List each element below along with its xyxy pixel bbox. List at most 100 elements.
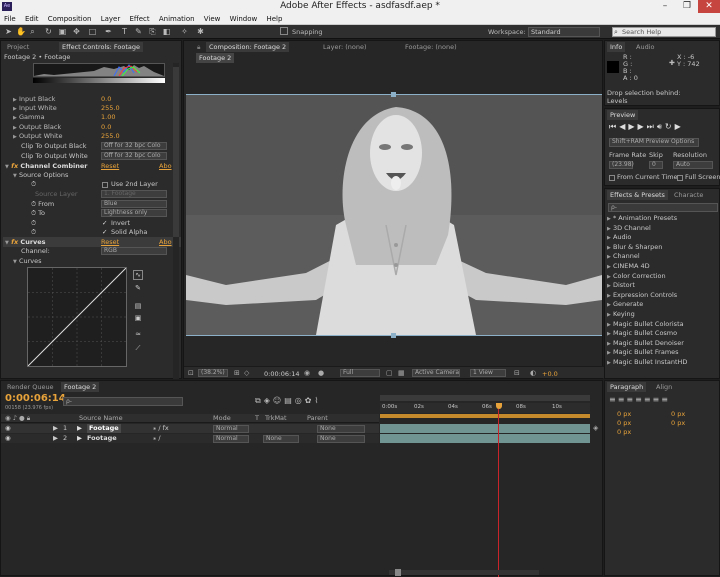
- indent-left-value[interactable]: 0 px: [617, 410, 631, 419]
- tab-layer[interactable]: Layer: (none): [320, 42, 370, 52]
- menu-animation[interactable]: Animation: [159, 15, 195, 23]
- show-channel-icon[interactable]: ●: [318, 369, 324, 377]
- layer-handle-top[interactable]: [391, 92, 396, 97]
- layer-parent-select[interactable]: None: [317, 435, 365, 443]
- layer-1-duration-bar[interactable]: [380, 424, 590, 433]
- mask-icon[interactable]: ◇: [244, 369, 249, 377]
- rectangle-tool-icon[interactable]: □: [88, 27, 97, 36]
- current-time[interactable]: 0:00:06:14: [264, 370, 300, 378]
- transparency-grid-icon[interactable]: ▦: [398, 369, 405, 377]
- tab-effect-controls[interactable]: Effect Controls: Footage: [59, 42, 144, 52]
- skip-select[interactable]: 0: [649, 161, 663, 169]
- list-item[interactable]: ▶ Distort: [607, 281, 635, 291]
- frame-rate-select[interactable]: (23.98): [609, 161, 634, 169]
- close-button[interactable]: ✕: [698, 0, 720, 13]
- from-select[interactable]: Blue: [101, 200, 167, 208]
- timeline-search-input[interactable]: ρ-: [63, 397, 183, 406]
- last-frame-icon[interactable]: ⏭: [647, 122, 657, 131]
- invert-checkbox[interactable]: ✓: [102, 219, 107, 228]
- menu-composition[interactable]: Composition: [48, 15, 92, 23]
- tab-render-queue[interactable]: Render Queue: [4, 382, 57, 392]
- pencil-tool-icon[interactable]: ✎: [133, 284, 143, 294]
- menu-layer[interactable]: Layer: [101, 15, 121, 23]
- list-item[interactable]: ▶ Magic Bullet Frames: [607, 348, 679, 358]
- region-of-interest-icon[interactable]: ▢: [386, 369, 393, 377]
- selection-tool-icon[interactable]: ➤: [4, 27, 13, 36]
- tab-audio[interactable]: Audio: [633, 42, 657, 52]
- lock-icon[interactable]: 🔒︎: [194, 42, 203, 52]
- source-layer-select[interactable]: 1. Footage: [101, 190, 167, 198]
- tab-preview[interactable]: Preview: [607, 110, 639, 120]
- camera-select[interactable]: Active Camera: [412, 369, 460, 377]
- timeline-timecode[interactable]: 0:00:06:14: [5, 393, 66, 404]
- resolution-select[interactable]: Full: [340, 369, 380, 377]
- clip-white-select[interactable]: Off for 32 bpc Colo: [101, 152, 167, 160]
- list-item[interactable]: ▶ Magic Bullet Denoiser: [607, 339, 684, 349]
- solid-alpha-checkbox[interactable]: ✓: [102, 228, 107, 237]
- zoom-tool-icon[interactable]: ⌕: [28, 27, 37, 36]
- justify-all-icon[interactable]: ≡: [661, 395, 670, 404]
- eraser-tool-icon[interactable]: ◧: [162, 27, 171, 36]
- reset-curve-icon[interactable]: ⟋: [133, 344, 143, 354]
- minimize-button[interactable]: –: [654, 0, 676, 13]
- align-left-icon[interactable]: ≡: [609, 395, 618, 404]
- zoom-slider[interactable]: [389, 570, 539, 575]
- smooth-icon[interactable]: ≈: [133, 330, 143, 340]
- justify-last-right-icon[interactable]: ≡: [653, 395, 662, 404]
- draft-3d-icon[interactable]: ◈: [264, 396, 273, 405]
- playhead-handle[interactable]: [496, 403, 502, 409]
- to-select[interactable]: Lightness only: [101, 209, 167, 217]
- ram-preview-icon[interactable]: ▶: [675, 122, 684, 131]
- layer-name[interactable]: Footage: [87, 434, 117, 443]
- save-icon[interactable]: ▣: [133, 314, 143, 324]
- camera-tool-icon[interactable]: ▣: [58, 27, 67, 36]
- clip-black-select[interactable]: Off for 32 bpc Colo: [101, 142, 167, 150]
- visibility-icon[interactable]: ◉: [5, 424, 11, 433]
- toggle-pixel-icon[interactable]: ⊟: [514, 369, 520, 377]
- list-item[interactable]: ▶ Expression Controls: [607, 291, 677, 301]
- tab-project[interactable]: Project: [4, 42, 32, 52]
- resolution-preview-select[interactable]: Auto: [673, 161, 713, 169]
- curve-tool-icon[interactable]: ∿: [133, 270, 143, 280]
- exposure-value[interactable]: +0.0: [542, 370, 558, 378]
- always-preview-icon[interactable]: ⊡: [188, 369, 194, 377]
- curves-about-link[interactable]: Abo: [159, 238, 172, 247]
- stopwatch-icon[interactable]: ⏱: [31, 180, 36, 189]
- rotate-tool-icon[interactable]: ↻: [44, 27, 53, 36]
- from-current-time-checkbox[interactable]: [609, 175, 615, 181]
- layer-2-duration-bar[interactable]: [380, 434, 590, 443]
- column-parent[interactable]: Parent: [307, 414, 328, 423]
- list-item[interactable]: ▶ CINEMA 4D: [607, 262, 650, 272]
- justify-last-center-icon[interactable]: ≡: [644, 395, 653, 404]
- menu-file[interactable]: File: [4, 15, 16, 23]
- effects-search-input[interactable]: ρ-: [608, 203, 718, 212]
- tab-align[interactable]: Align: [653, 382, 675, 392]
- maximize-button[interactable]: ❐: [676, 0, 698, 13]
- list-item[interactable]: ▶ 3D Channel: [607, 224, 651, 234]
- full-screen-checkbox[interactable]: [677, 175, 683, 181]
- indent-right-value[interactable]: 0 px: [671, 410, 685, 419]
- puppet-tool-icon[interactable]: ✱: [196, 27, 205, 36]
- tab-composition[interactable]: Composition: Footage 2: [206, 42, 290, 52]
- play-icon[interactable]: ▶: [628, 122, 637, 131]
- open-icon[interactable]: ▤: [133, 302, 143, 312]
- graph-editor-icon[interactable]: ⌇: [314, 396, 321, 405]
- prev-frame-icon[interactable]: ◀: [619, 122, 628, 131]
- first-frame-icon[interactable]: ⏮: [609, 122, 619, 131]
- menu-effect[interactable]: Effect: [129, 15, 149, 23]
- justify-last-left-icon[interactable]: ≡: [635, 395, 644, 404]
- visibility-icon[interactable]: ◉: [5, 434, 11, 443]
- use-2nd-layer-checkbox[interactable]: [102, 182, 108, 188]
- snapshot-icon[interactable]: ◉: [304, 369, 310, 377]
- list-item[interactable]: ▶ * Animation Presets: [607, 214, 677, 224]
- tab-info[interactable]: Info: [607, 42, 626, 52]
- indent-first-value[interactable]: 0 px: [671, 419, 685, 428]
- list-item[interactable]: ▶ Channel: [607, 252, 640, 262]
- layer-parent-select[interactable]: None: [317, 425, 365, 433]
- list-item[interactable]: ▶ Generate: [607, 300, 643, 310]
- space-before-value[interactable]: 0 px: [617, 419, 631, 428]
- shy-icon[interactable]: ☺: [273, 396, 284, 405]
- layer-mode-select[interactable]: Normal: [213, 435, 249, 443]
- brainstorm-icon[interactable]: ✿: [305, 396, 315, 405]
- space-after-value[interactable]: 0 px: [617, 428, 631, 437]
